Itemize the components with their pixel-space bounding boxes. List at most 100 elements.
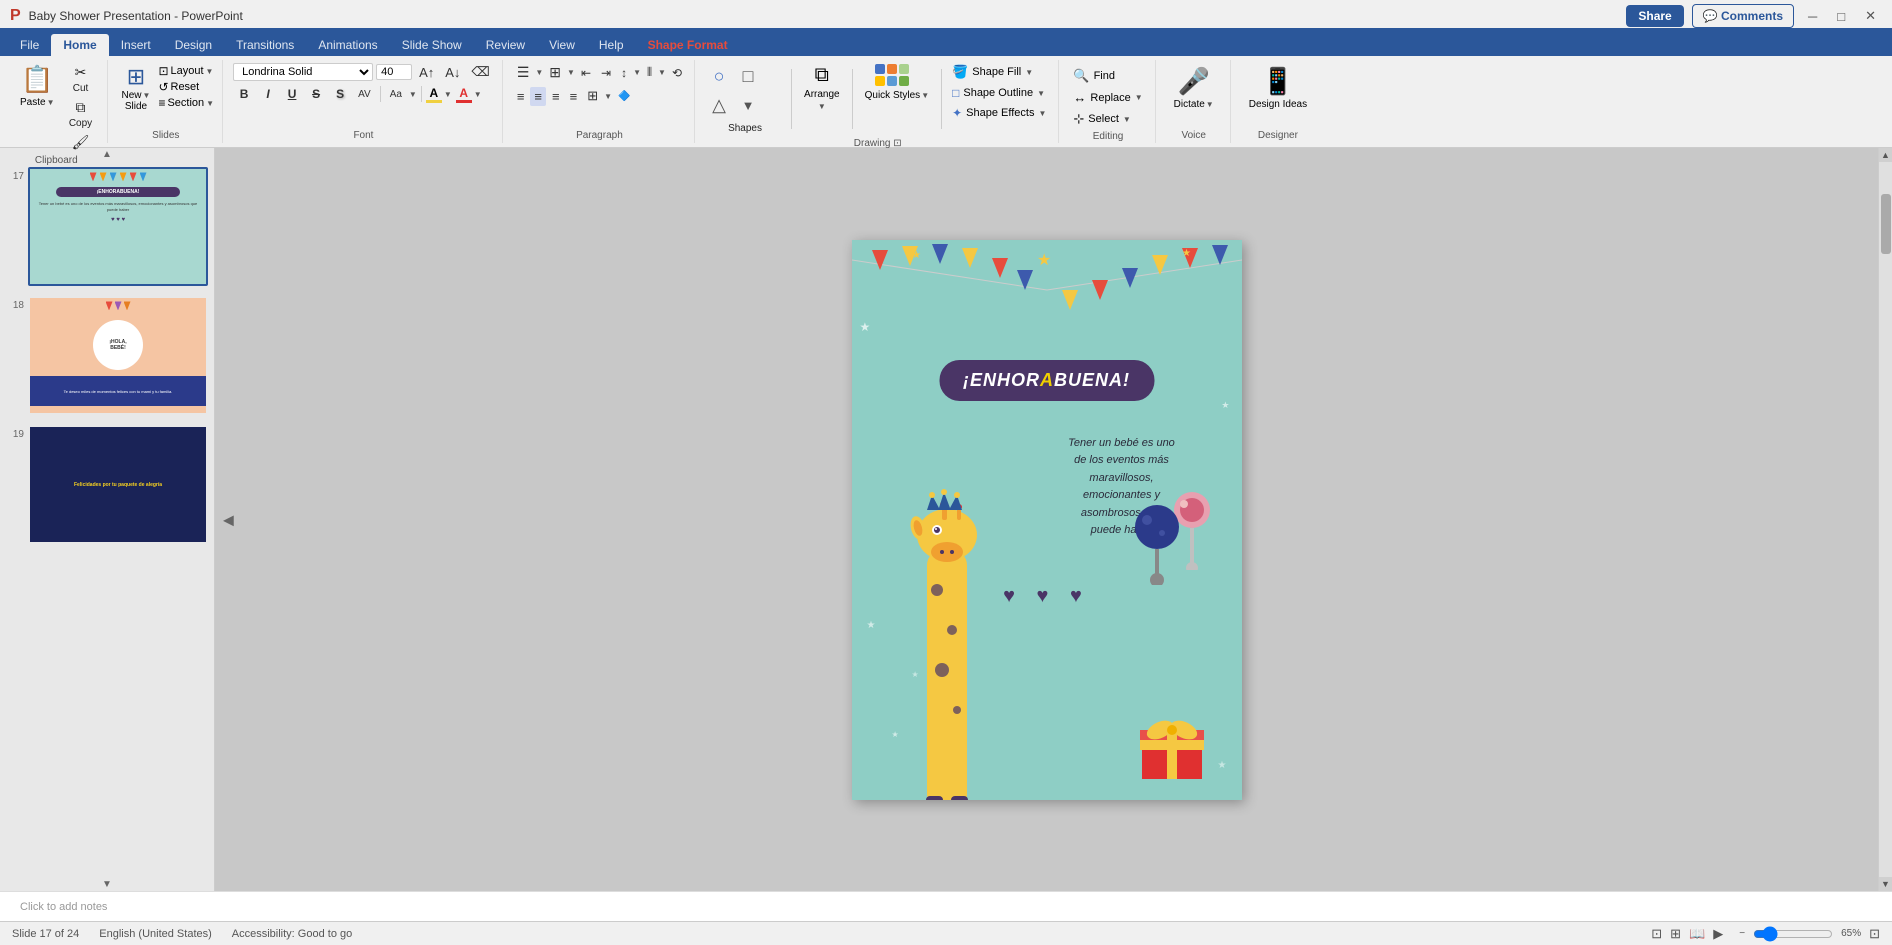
line-spacing-button[interactable]: ↕ — [617, 64, 631, 82]
paste-dropdown-arrow[interactable]: ▼ — [47, 98, 55, 107]
paste-button[interactable]: 📋 Paste ▼ — [14, 62, 61, 153]
quick-styles-button[interactable]: Quick Styles ▼ — [859, 62, 936, 103]
replace-dropdown[interactable]: ▼ — [1135, 93, 1143, 102]
shape-rect[interactable]: □ — [734, 62, 762, 90]
shape-fill-button[interactable]: 🪣 Shape Fill ▼ — [948, 62, 1050, 82]
notes-bar[interactable]: Click to add notes — [0, 891, 1892, 921]
slide-thumb-18[interactable]: 18 ¡HOLA,BEBÉ! Te deseo miles de momento… — [4, 294, 210, 417]
copy-button[interactable]: ⧉ Copy — [63, 97, 99, 131]
bullets-button[interactable]: ☰ — [513, 62, 534, 83]
section-dropdown[interactable]: ▼ — [206, 99, 214, 108]
column-layout-dropdown[interactable]: ▼ — [604, 92, 612, 101]
shape-oval[interactable]: ○ — [705, 62, 733, 90]
layout-button[interactable]: ⊡ Layout ▼ — [158, 64, 214, 78]
slide-main-banner[interactable]: ¡ENHORABUENA! — [939, 360, 1154, 401]
slide-thumb-17[interactable]: 17 ¡ENHORABUENA! Tener un b — [4, 165, 210, 288]
shape-outline-button[interactable]: □ Shape Outline ▼ — [948, 84, 1050, 102]
design-ideas-button[interactable]: 📱 Design Ideas — [1241, 62, 1315, 114]
layout-dropdown[interactable]: ▼ — [206, 67, 214, 76]
change-case-arrow[interactable]: ▼ — [409, 90, 417, 99]
collapse-panel-arrow[interactable]: ◀ — [223, 511, 234, 528]
smartart-button[interactable]: 🔷 — [614, 89, 634, 104]
view-normal-btn[interactable]: ⊡ — [1651, 926, 1662, 942]
new-slide-dropdown[interactable]: ▼ — [143, 91, 151, 100]
tab-review[interactable]: Review — [474, 34, 537, 56]
shape-effects-button[interactable]: ✦ Shape Effects ▼ — [948, 104, 1050, 122]
scroll-track[interactable] — [1879, 162, 1892, 877]
increase-font-button[interactable]: A↑ — [415, 63, 438, 82]
tab-home[interactable]: Home — [51, 34, 108, 56]
close-btn[interactable]: ✕ — [1859, 8, 1882, 24]
decrease-font-button[interactable]: A↓ — [441, 63, 464, 82]
char-spacing-button[interactable]: AV — [353, 87, 376, 102]
slide-thumbnail-18[interactable]: ¡HOLA,BEBÉ! Te deseo miles de momentos f… — [28, 296, 208, 415]
numbering-dropdown[interactable]: ▼ — [567, 68, 575, 77]
tab-design[interactable]: Design — [163, 34, 224, 56]
font-color-button[interactable]: A — [456, 86, 472, 103]
strikethrough-button[interactable]: S — [305, 85, 327, 103]
bold-button[interactable]: B — [233, 85, 255, 103]
increase-indent-button[interactable]: ⇥ — [597, 64, 615, 82]
reset-button[interactable]: ↺ Reset — [158, 80, 214, 94]
highlight-button[interactable]: A — [426, 86, 442, 103]
scroll-thumb[interactable] — [1881, 194, 1891, 254]
share-button[interactable]: Share — [1626, 5, 1683, 27]
change-case-button[interactable]: Aa — [385, 87, 407, 102]
scroll-down-arrow[interactable]: ▼ — [1879, 877, 1892, 891]
slide-thumb-19[interactable]: 19 Felicidades por tu paquete de alegría — [4, 423, 210, 546]
shape-triangle[interactable]: △ — [705, 91, 733, 119]
underline-button[interactable]: U — [281, 85, 303, 103]
shadow-button[interactable]: S — [329, 85, 351, 103]
section-button[interactable]: ≡ Section ▼ — [158, 96, 214, 110]
tab-slideshow[interactable]: Slide Show — [390, 34, 474, 56]
new-slide-button[interactable]: ⊞ New ▼ Slide — [118, 62, 155, 114]
align-right-button[interactable]: ≡ — [548, 87, 564, 106]
column-layout-button[interactable]: ⊞ — [583, 86, 602, 106]
shape-outline-dropdown[interactable]: ▼ — [1037, 89, 1045, 98]
tab-view[interactable]: View — [537, 34, 587, 56]
view-reading-btn[interactable]: 📖 — [1689, 926, 1705, 942]
select-button[interactable]: ⊹ Select ▼ — [1069, 109, 1134, 129]
maximize-btn[interactable]: □ — [1831, 9, 1851, 24]
zoom-slider[interactable] — [1753, 926, 1833, 942]
shape-fill-dropdown[interactable]: ▼ — [1025, 68, 1033, 77]
tab-transitions[interactable]: Transitions — [224, 34, 306, 56]
font-color-dropdown[interactable]: ▼ — [474, 90, 482, 99]
arrange-dropdown[interactable]: ▼ — [818, 102, 826, 111]
find-button[interactable]: 🔍 Find — [1069, 66, 1119, 86]
columns-button[interactable]: ⫴ — [643, 63, 656, 82]
tab-insert[interactable]: Insert — [109, 34, 163, 56]
align-left-button[interactable]: ≡ — [513, 87, 529, 106]
format-painter-button[interactable]: 🖌 — [63, 132, 99, 153]
tab-shape-format[interactable]: Shape Format — [636, 34, 740, 56]
slides-scroll-down[interactable]: ▼ — [0, 878, 214, 891]
comments-button[interactable]: 💬 Comments — [1692, 4, 1794, 28]
tab-animations[interactable]: Animations — [306, 34, 389, 56]
tab-file[interactable]: File — [8, 34, 51, 56]
bullets-dropdown[interactable]: ▼ — [535, 68, 543, 77]
font-size-input[interactable] — [376, 64, 412, 80]
scroll-up-arrow[interactable]: ▲ — [1879, 148, 1892, 162]
minimize-btn[interactable]: ─ — [1802, 9, 1823, 24]
arrange-button[interactable]: ⧉ Arrange ▼ — [798, 62, 846, 113]
dictate-dropdown[interactable]: ▼ — [1206, 100, 1214, 109]
shapes-button[interactable]: Shapes — [724, 121, 766, 136]
columns-dropdown[interactable]: ▼ — [658, 68, 666, 77]
decrease-indent-button[interactable]: ⇤ — [577, 64, 595, 82]
line-spacing-dropdown[interactable]: ▼ — [633, 68, 641, 77]
italic-button[interactable]: I — [257, 85, 279, 103]
main-slide[interactable]: ★ ★ ★ ¡ENHORABUENA! Tener un bebé es uno… — [852, 240, 1242, 800]
view-slideshow-btn[interactable]: ▶ — [1713, 926, 1723, 942]
dictate-button[interactable]: 🎤 Dictate ▼ — [1166, 62, 1222, 114]
select-dropdown[interactable]: ▼ — [1123, 115, 1131, 124]
slide-thumbnail-19[interactable]: Felicidades por tu paquete de alegría — [28, 425, 208, 544]
font-family-select[interactable]: Londrina Solid — [233, 63, 373, 81]
shape-more[interactable]: ▼ — [734, 91, 762, 119]
align-center-button[interactable]: ≡ — [530, 87, 546, 106]
text-direction-button[interactable]: ⟲ — [668, 64, 686, 82]
replace-button[interactable]: ↔ Replace ▼ — [1069, 88, 1146, 107]
quick-styles-dropdown[interactable]: ▼ — [921, 91, 929, 100]
highlight-dropdown[interactable]: ▼ — [444, 90, 452, 99]
cut-button[interactable]: ✂ Cut — [63, 62, 99, 96]
numbering-button[interactable]: ⊞ — [545, 62, 565, 83]
